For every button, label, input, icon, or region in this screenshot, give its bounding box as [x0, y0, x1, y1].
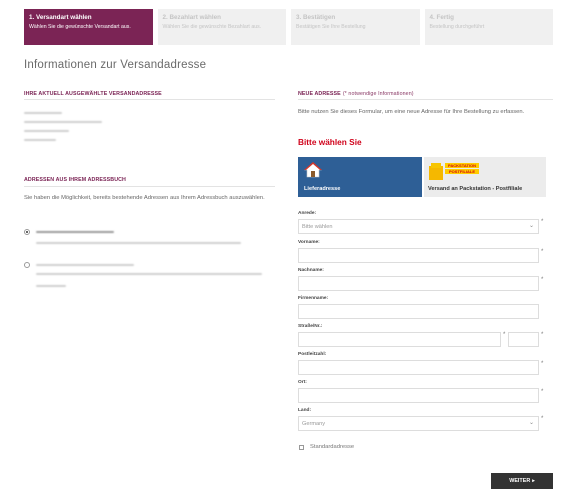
required-mark: * [541, 249, 544, 255]
divider [298, 99, 553, 100]
packstation-logo-top: PACKSTATION [448, 163, 476, 168]
street-input[interactable] [298, 332, 501, 347]
packstation-option[interactable]: PACKSTATION POSTFILIALE Versand an Packs… [424, 157, 546, 197]
address-book-intro: Sie haben die Möglichkeit, bereits beste… [24, 195, 265, 201]
redacted-address-name [36, 231, 114, 233]
salutation-select[interactable]: Bitte wählen ⌄ [298, 219, 539, 234]
city-input[interactable] [298, 388, 539, 403]
checkout-steps: 1. Versandart wählen Wählen Sie die gewü… [24, 9, 553, 45]
required-mark: * [503, 332, 506, 338]
step-title: 4. Fertig [429, 14, 455, 21]
packstation-label: Versand an Packstation - Postfiliale [428, 186, 523, 192]
default-address-checkbox[interactable] [299, 445, 304, 450]
first-name-label: Vorname: [298, 240, 320, 245]
country-value: Germany [302, 421, 326, 427]
step-shipping: 1. Versandart wählen Wählen Sie die gewü… [24, 9, 153, 45]
first-name-input[interactable] [298, 248, 539, 263]
redacted-address-line [24, 112, 62, 114]
address-radio-1[interactable] [24, 229, 30, 235]
delivery-address-label: Lieferadresse [304, 186, 341, 192]
step-description: Bestätigen Sie Ihre Bestellung [296, 24, 366, 30]
salutation-label: Anrede: [298, 211, 317, 216]
step-description: Wählen Sie die gewünschte Versandart aus… [29, 24, 131, 30]
required-mark: * [541, 389, 544, 395]
page-title: Informationen zur Versandadresse [24, 59, 207, 71]
choose-heading: Bitte wählen Sie [298, 137, 362, 147]
company-input[interactable] [298, 304, 539, 319]
last-name-input[interactable] [298, 276, 539, 291]
required-mark: * [541, 277, 544, 283]
divider [24, 186, 275, 187]
step-done: 4. Fertig Bestellung durchgeführt [424, 9, 553, 45]
required-mark: * [541, 416, 544, 422]
step-description: Wählen Sie die gewünschte Bezahlart aus. [162, 24, 262, 30]
arrow-right-icon: ▸ [532, 478, 535, 484]
house-icon [304, 162, 322, 178]
house-number-input[interactable] [508, 332, 539, 347]
default-address-label: Standardadresse [310, 444, 355, 450]
company-label: Firmenname: [298, 296, 329, 301]
next-button[interactable]: WEITER ▸ [491, 473, 553, 489]
country-select[interactable]: Germany ⌄ [298, 416, 539, 431]
delivery-address-option[interactable]: Lieferadresse [298, 157, 422, 197]
next-button-label: WEITER [509, 478, 531, 484]
packstation-logo: PACKSTATION POSTFILIALE [429, 163, 479, 180]
redacted-address-line [36, 285, 66, 287]
step-title: 1. Versandart wählen [29, 14, 92, 21]
required-mark: * [541, 219, 544, 225]
redacted-address-name [36, 264, 134, 266]
street-label: Straße/Nr.: [298, 324, 323, 329]
step-payment: 2. Bezahlart wählen Wählen Sie die gewün… [157, 9, 286, 45]
chevron-down-icon: ⌄ [528, 223, 534, 229]
redacted-address-line [24, 130, 69, 132]
required-mark: * [541, 361, 544, 367]
address-book-heading: ADRESSEN AUS IHREM ADRESSBUCH [24, 177, 126, 183]
divider [24, 99, 275, 100]
postcode-input[interactable] [298, 360, 539, 375]
step-confirm: 3. Bestätigen Bestätigen Sie Ihre Bestel… [291, 9, 420, 45]
city-label: Ort: [298, 380, 307, 385]
step-title: 2. Bezahlart wählen [162, 14, 221, 21]
required-mark: * [541, 332, 544, 338]
address-radio-2[interactable] [24, 262, 30, 268]
current-address-heading: IHRE AKTUELL AUSGEWÄHLTE VERSANDADRESSE [24, 91, 162, 97]
country-label: Land: [298, 408, 312, 413]
required-note: (* notwendige Informationen) [342, 91, 414, 97]
redacted-address-line [24, 139, 56, 141]
redacted-address-line [36, 273, 262, 275]
new-address-heading: NEUE ADRESSE (* notwendige Informationen) [298, 91, 414, 97]
redacted-address-line [24, 121, 102, 123]
new-address-intro: Bitte nutzen Sie dieses Formular, um ein… [298, 109, 525, 115]
new-address-heading-text: NEUE ADRESSE [298, 91, 341, 97]
last-name-label: Nachname: [298, 268, 324, 273]
packstation-logo-bottom: POSTFILIALE [449, 169, 475, 174]
salutation-value: Bitte wählen [302, 224, 333, 230]
step-title: 3. Bestätigen [296, 14, 336, 21]
step-description: Bestellung durchgeführt [429, 24, 485, 30]
redacted-address-line [36, 242, 241, 244]
chevron-down-icon: ⌄ [528, 420, 534, 426]
postcode-label: Postleitzahl: [298, 352, 327, 357]
